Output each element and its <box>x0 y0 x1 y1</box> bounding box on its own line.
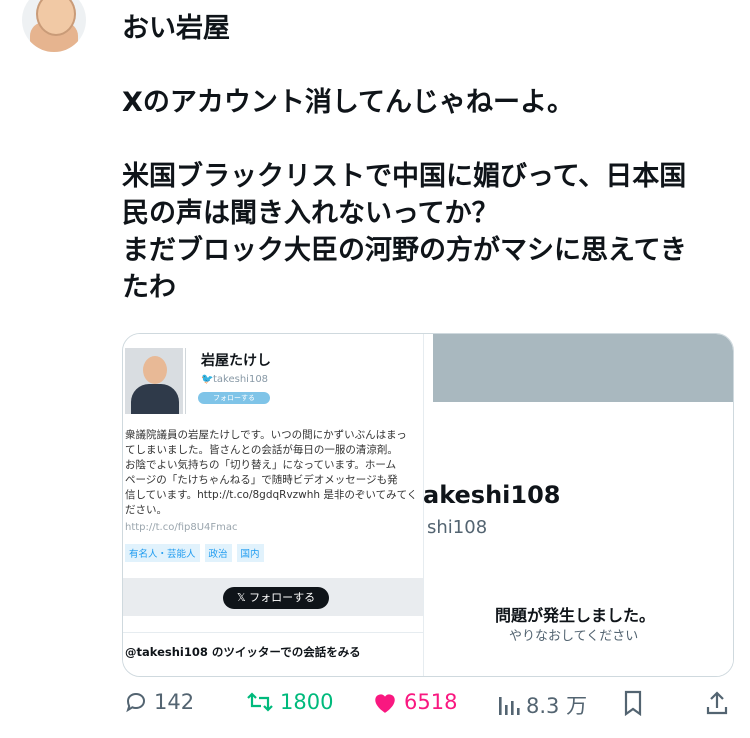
tag-politics[interactable]: 政治 <box>204 544 232 562</box>
profile-photo[interactable] <box>125 348 183 414</box>
profile-banner <box>433 334 733 402</box>
tweet-action-bar: 142 1800 6518 8.3 万 <box>0 690 750 730</box>
profile-handle[interactable]: takeshi108 <box>213 374 268 385</box>
author-avatar[interactable] <box>22 0 86 52</box>
embedded-card[interactable]: akeshi108 shi108 問題が発生しました。 やりなおしてください 岩… <box>122 333 734 677</box>
like-button[interactable]: 6518 <box>372 690 457 714</box>
profile-handle-small: shi108 <box>427 517 488 538</box>
views-icon <box>499 697 520 715</box>
share-icon <box>706 691 728 715</box>
twitter-bird-icon: 🐦 <box>201 374 214 385</box>
profile-tags: 有名人・芸能人 政治 国内 <box>125 544 264 562</box>
divider <box>123 632 423 633</box>
like-count: 6518 <box>404 690 458 714</box>
profile-link[interactable]: http://t.co/fip8U4Fmac <box>125 522 238 533</box>
reply-button[interactable]: 142 <box>124 690 194 714</box>
heart-icon <box>375 694 395 713</box>
reply-count: 142 <box>154 690 195 714</box>
profile-handle-large: akeshi108 <box>423 481 561 509</box>
error-title: 問題が発生しました。 <box>495 606 656 625</box>
views-count: 8.3 万 <box>526 694 588 718</box>
bookmark-icon <box>624 690 642 716</box>
x-logo-icon: 𝕏 <box>236 591 250 604</box>
follow-button[interactable]: 𝕏 フォローする <box>223 587 329 609</box>
see-conversation-link[interactable]: @takeshi108 のツイッターでの会話をみる <box>125 644 361 660</box>
divider <box>185 348 186 414</box>
profile-name[interactable]: 岩屋たけし <box>201 350 271 370</box>
reply-icon <box>126 692 146 713</box>
bookmark-button[interactable] <box>622 690 644 716</box>
retweet-button[interactable]: 1800 <box>246 690 333 714</box>
share-button[interactable] <box>706 690 728 716</box>
tag-celebrity[interactable]: 有名人・芸能人 <box>125 544 200 562</box>
tag-domestic[interactable]: 国内 <box>236 544 264 562</box>
profile-bio: 衆議院議員の岩屋たけしです。いつの間にかずいぶんはまっ てしまいました。皆さんと… <box>125 429 418 516</box>
tweet-text: おい岩屋 Xのアカウント消してんじゃねーよ。 米国ブラックリストで中国に媚びって… <box>122 13 687 303</box>
retweet-icon <box>247 692 273 712</box>
views-button[interactable]: 8.3 万 <box>498 690 587 720</box>
retry-link[interactable]: やりなおしてください <box>509 625 638 644</box>
follow-badge[interactable]: フォローする <box>198 392 270 404</box>
profile-widget: 岩屋たけし 🐦 takeshi108 フォローする 衆議院議員の岩屋たけしです。… <box>123 334 424 676</box>
retweet-count: 1800 <box>280 690 334 714</box>
